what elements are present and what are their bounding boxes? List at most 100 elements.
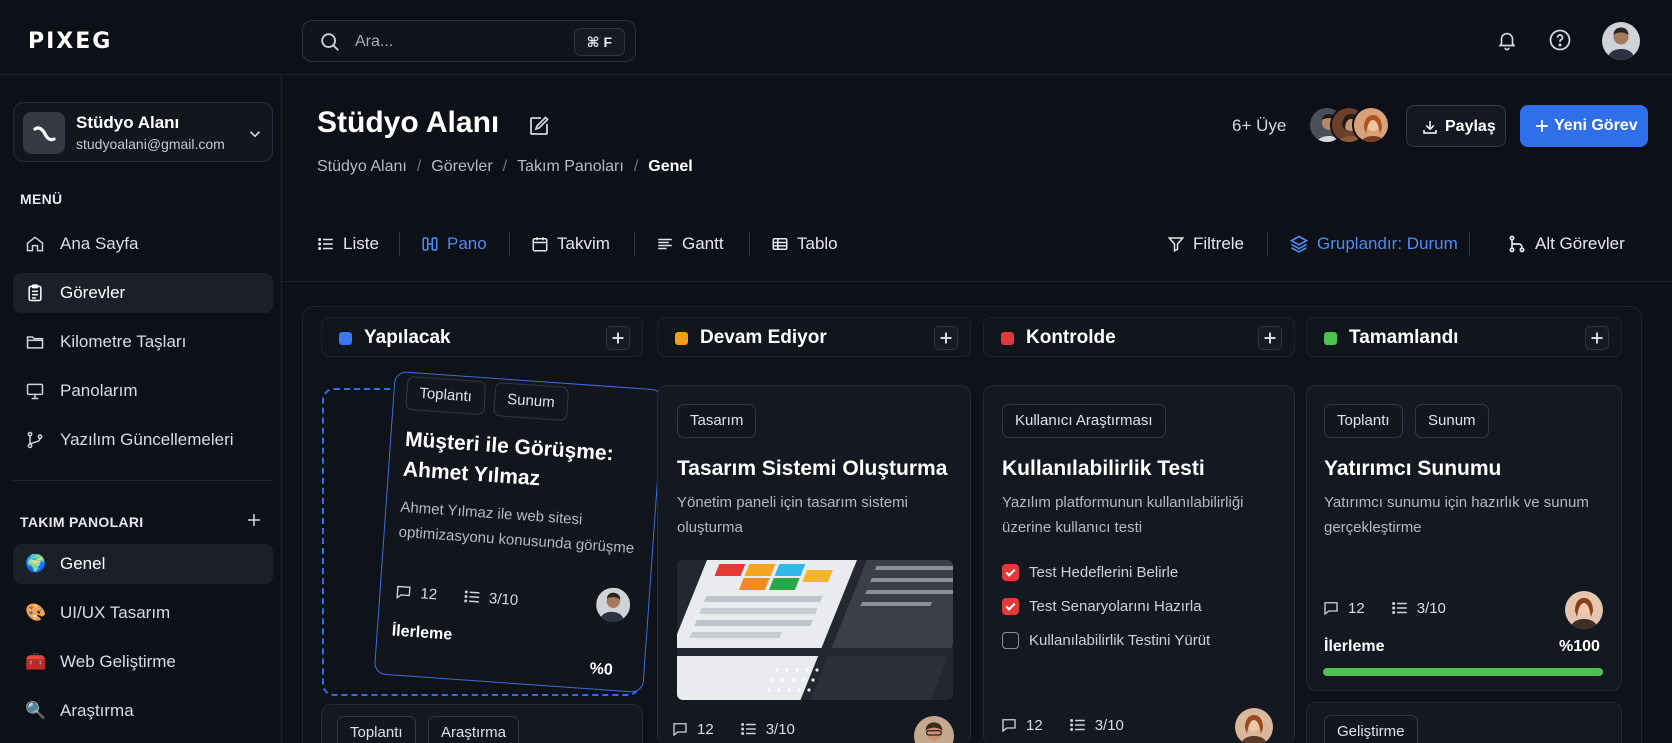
task-meta: 12 3/10: [394, 582, 519, 609]
tab-takvim[interactable]: Takvim: [531, 232, 610, 256]
sidebar-item-gorevler[interactable]: Görevler: [13, 273, 273, 313]
toolbar-divider: [634, 232, 635, 256]
subtasks-button[interactable]: Alt Görevler: [1507, 232, 1625, 256]
task-tag: Sunum: [1415, 404, 1489, 438]
kanban-icon: [421, 235, 439, 253]
calendar-icon: [531, 235, 549, 253]
search-box[interactable]: Ara... ⌘ F: [302, 20, 636, 62]
add-card-button[interactable]: [934, 326, 958, 350]
bell-icon[interactable]: [1496, 28, 1518, 52]
sidebar-item-yazilim-guncellemeleri[interactable]: Yazılım Güncellemeleri: [13, 420, 273, 460]
sidebar-team-web[interactable]: 🧰 Web Geliştirme: [13, 642, 273, 682]
toolbox-icon: 🧰: [25, 652, 47, 671]
subtask-icon: [1391, 599, 1409, 617]
sidebar-item-label: Görevler: [60, 283, 126, 302]
group-by-button[interactable]: Gruplandır: Durum: [1289, 232, 1458, 256]
toolbar-divider: [509, 232, 510, 256]
sidebar-item-label: Web Geliştirme: [60, 652, 176, 671]
share-button[interactable]: Paylaş: [1406, 105, 1506, 147]
sidebar-item-panolarim[interactable]: Panolarım: [13, 371, 273, 411]
progress-bar-fill: [1323, 668, 1603, 676]
app-logo[interactable]: PIXEG: [28, 29, 112, 54]
branch-icon: [25, 430, 45, 450]
search-input[interactable]: Ara...: [355, 33, 393, 51]
tab-label: Takvim: [557, 234, 610, 253]
add-card-button[interactable]: [1585, 326, 1609, 350]
checkbox-checked[interactable]: [1002, 564, 1019, 581]
member-avatars[interactable]: [1308, 106, 1392, 146]
share-button-label: Paylaş: [1445, 118, 1496, 135]
comment-count: 12: [1348, 599, 1365, 617]
help-icon[interactable]: [1548, 28, 1572, 52]
status-dot: [675, 332, 688, 345]
status-dot: [339, 332, 352, 345]
sidebar-item-ana-sayfa[interactable]: Ana Sayfa: [13, 224, 273, 264]
design-preview-image: [677, 560, 953, 700]
task-card[interactable]: Toplantı Sunum Yatırımcı Sunumu Yatırımc…: [1306, 385, 1622, 691]
checklist-item[interactable]: Test Senaryolarını Hazırla: [1002, 598, 1202, 615]
filter-label: Filtrele: [1193, 234, 1245, 253]
breadcrumb: Stüdyo Alanı / Görevler / Takım Panoları…: [317, 158, 693, 176]
globe-icon: 🌍: [25, 554, 47, 573]
checklist-item[interactable]: Test Hedeflerini Belirle: [1002, 564, 1178, 581]
subtask-icon: [462, 587, 481, 606]
sidebar-item-kilometre-taslari[interactable]: Kilometre Taşları: [13, 322, 273, 362]
sidebar-team-genel[interactable]: 🌍 Genel: [13, 544, 273, 584]
task-card[interactable]: Geliştirme: [1306, 702, 1622, 743]
progress-bar: [1323, 668, 1603, 676]
comment-icon: [394, 582, 413, 601]
add-card-button[interactable]: [606, 326, 630, 350]
column-title: Devam Ediyor: [700, 327, 827, 348]
chevron-down-icon[interactable]: [246, 125, 264, 143]
palette-icon: 🎨: [25, 603, 47, 622]
task-title: Tasarım Sistemi Oluşturma: [677, 457, 948, 480]
breadcrumb-item[interactable]: Görevler: [431, 158, 492, 176]
progress-value: %100: [1559, 638, 1600, 655]
tab-label: Pano: [447, 234, 487, 253]
sidebar-item-label: Panolarım: [60, 381, 138, 400]
toolbar-divider: [1267, 232, 1268, 256]
tab-gantt[interactable]: Gantt: [656, 232, 724, 256]
magnifier-icon: 🔍: [25, 701, 47, 720]
teams-section-title: TAKIM PANOLARI: [20, 514, 144, 530]
checklist-item[interactable]: Kullanılabilirlik Testini Yürüt: [1002, 632, 1210, 649]
task-description: Ahmet Yılmaz ile web sitesi optimizasyon…: [398, 498, 635, 558]
sidebar-team-uiux[interactable]: 🎨 UI/UX Tasarım: [13, 593, 273, 633]
add-team-board-icon[interactable]: [245, 511, 263, 529]
edit-icon[interactable]: [527, 114, 551, 138]
comment-icon: [671, 720, 689, 738]
assignee-avatar: [1235, 708, 1273, 743]
group-by-label: Gruplandır: Durum: [1317, 234, 1458, 253]
workspace-switcher[interactable]: Stüdyo Alanı studyoalani@gmail.com: [13, 102, 273, 162]
new-task-button[interactable]: Yeni Görev: [1520, 105, 1648, 147]
user-avatar[interactable]: [1602, 22, 1640, 60]
add-card-button[interactable]: [1258, 326, 1282, 350]
breadcrumb-item[interactable]: Stüdyo Alanı: [317, 158, 407, 176]
breadcrumb-item[interactable]: Takım Panoları: [517, 158, 624, 176]
task-card[interactable]: Tasarım Tasarım Sistemi Oluşturma Yöneti…: [657, 385, 971, 743]
tab-liste[interactable]: Liste: [317, 232, 379, 256]
column-title: Kontrolde: [1026, 327, 1116, 348]
member-avatar: [1352, 106, 1390, 144]
checkbox-checked[interactable]: [1002, 598, 1019, 615]
board-icon: [25, 381, 45, 401]
progress-value: %0: [589, 660, 614, 679]
tab-tablo[interactable]: Tablo: [771, 232, 838, 256]
task-card[interactable]: Toplantı Araştırma: [321, 704, 643, 743]
workspace-email: studyoalani@gmail.com: [76, 136, 225, 152]
status-dot: [1001, 332, 1014, 345]
filter-button[interactable]: Filtrele: [1167, 232, 1244, 256]
toolbar-divider: [1469, 232, 1470, 256]
tab-pano[interactable]: Pano: [421, 232, 487, 256]
task-tag: Kullanıcı Araştırması: [1002, 404, 1166, 438]
task-tag: Araştırma: [428, 716, 520, 743]
checkbox-unchecked[interactable]: [1002, 632, 1019, 649]
task-card[interactable]: Kullanıcı Araştırması Kullanılabilirlik …: [983, 385, 1295, 743]
task-title: Müşteri ile Görüşme: Ahmet Yılmaz: [402, 427, 615, 491]
dragged-task-card[interactable]: Toplantı Sunum Müşteri ile Görüşme: Ahme…: [373, 370, 665, 694]
task-meta: 12 3/10: [1000, 716, 1124, 734]
task-tag: Sunum: [493, 381, 569, 422]
sidebar-team-arastirma[interactable]: 🔍 Araştırma: [13, 691, 273, 731]
subtask-count: 3/10: [488, 589, 519, 609]
task-tag: Toplantı: [405, 375, 486, 416]
